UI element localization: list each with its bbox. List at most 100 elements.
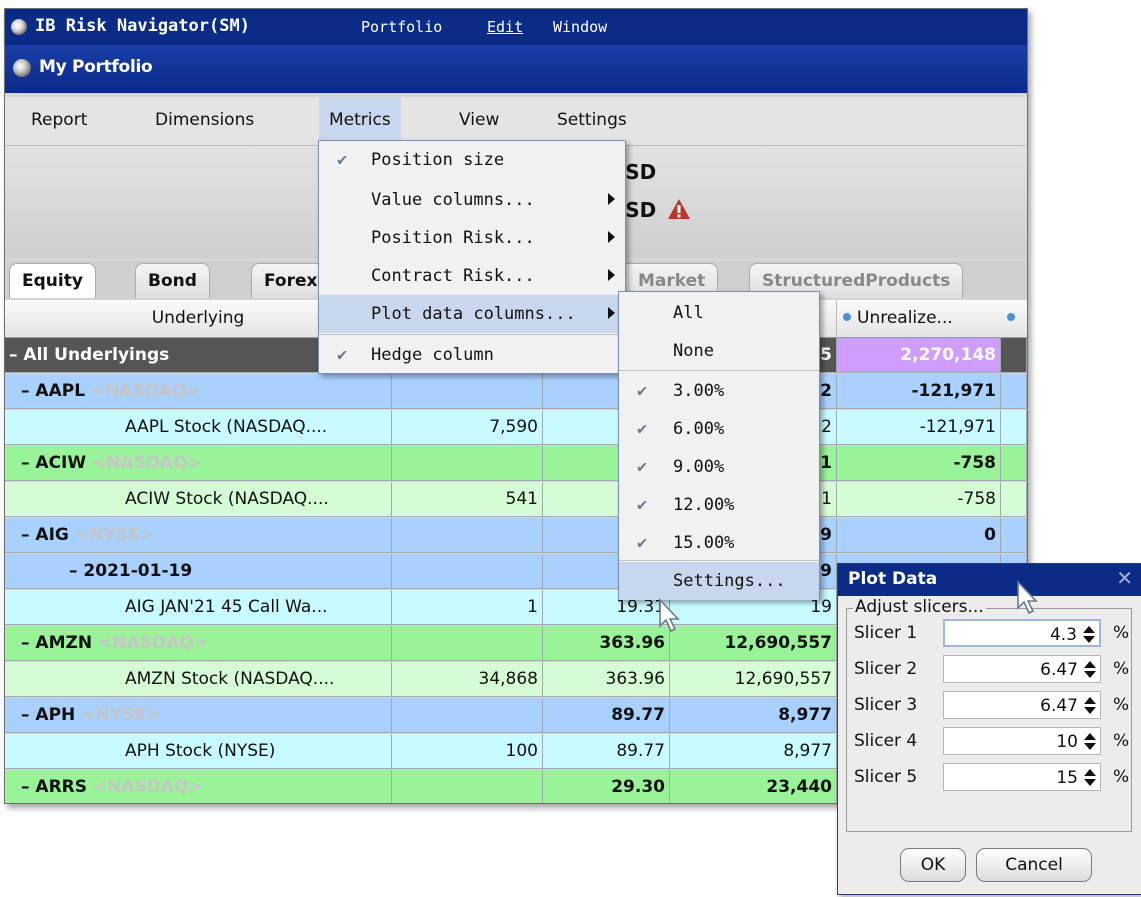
menu-edit[interactable]: Edit [487,18,523,36]
table-row[interactable]: ACIW Stock (NASDAQ....54161-758 [5,482,1027,518]
menu-report[interactable]: Report [21,97,97,143]
underlying-cell: AAPL Stock (NASDAQ.... [5,410,392,445]
tab-equity[interactable]: Equity [9,263,96,298]
menu-item-position-risk[interactable]: Position Risk... [319,219,625,257]
percent-unit: % [1113,767,1130,787]
collapse-icon[interactable]: – [21,705,35,725]
submenu-arrow-icon [608,231,615,243]
menu-item-contract-risk[interactable]: Contract Risk... [319,257,625,295]
slicer-5-input[interactable]: 15 [943,763,1101,791]
menu-window[interactable]: Window [553,18,607,36]
collapse-icon[interactable]: – [69,561,83,581]
group-row[interactable]: – AAPL <NASDAQ>532-121,971 [5,374,1027,410]
cancel-button[interactable]: Cancel [976,848,1092,882]
overflow-cell [1001,374,1027,409]
price-cell: 89.77 [543,734,670,769]
menu-item-plot-data-columns[interactable]: Plot data columns... [319,295,625,333]
overflow-cell [1001,482,1027,517]
ok-button[interactable]: OK [900,848,966,882]
menu-item-position-size[interactable]: ✔ Position size [319,141,625,179]
menu-view[interactable]: View [449,97,509,143]
submenu-arrow-icon [608,307,615,319]
app-logo-icon [11,19,27,35]
slicers-group-label: Adjust slicers... [853,597,986,617]
slicer-1-label: Slicer 1 [854,623,918,643]
menu-separator [319,334,625,335]
portfolio-title: My Portfolio [39,57,153,77]
checkmark-icon: ✔ [337,345,348,365]
menu-item-hedge-column[interactable]: ✔ Hedge column [319,336,625,374]
checkmark-icon: ✔ [637,495,648,515]
overflow-cell [1001,518,1027,553]
qty-cell [392,518,543,553]
menu-separator [619,560,819,561]
qty-cell [392,374,543,409]
menu-dimensions[interactable]: Dimensions [145,97,264,143]
slicer-2-input[interactable]: 6.47 [943,655,1101,683]
slicer-1-input[interactable]: 4.3 [943,619,1101,647]
slicer-5-label: Slicer 5 [854,767,918,787]
value-cell: 8,977 [670,698,837,733]
menu-metrics[interactable]: Metrics [319,97,401,143]
pnl-cell: -121,971 [837,374,1001,409]
submenu-item-3pct[interactable]: ✔ 3.00% [619,372,819,410]
value-cell: 12,690,557 [670,626,837,661]
group-row[interactable]: – ACIW <NASDAQ>61-758 [5,446,1027,482]
qty-cell: 1 [392,590,543,625]
slicer-4-input[interactable]: 10 [943,727,1101,755]
group-row[interactable]: – AIG <NYSE>590 [5,518,1027,554]
table-row[interactable]: AAPL Stock (NASDAQ....7,590532-121,971 [5,410,1027,446]
price-cell: 89.77 [543,698,670,733]
collapse-icon[interactable]: – [21,381,35,401]
submenu-item-settings[interactable]: Settings... [619,562,819,600]
slicers-group: Adjust slicers... Slicer 1 4.3% Slicer 2 6.… [846,597,1132,832]
underlying-cell: – AMZN <NASDAQ> [5,626,392,661]
checkmark-icon: ✔ [637,457,648,477]
mouse-pointer-icon [1017,580,1038,615]
submenu-item-12pct[interactable]: ✔ 12.00% [619,486,819,524]
submenu-item-all[interactable]: All [619,294,819,332]
slicer-3-input[interactable]: 6.47 [943,691,1101,719]
percent-unit: % [1113,731,1130,751]
submenu-item-6pct[interactable]: ✔ 6.00% [619,410,819,448]
value-cell: 23,440 [670,770,837,803]
value-cell: 12,690,557 [670,662,837,697]
menu-portfolio[interactable]: Portfolio [361,18,442,36]
collapse-icon[interactable]: – [21,633,35,653]
overflow-cell [1001,410,1027,445]
underlying-cell: – AIG <NYSE> [5,518,392,553]
column-indicator-icon [1007,313,1015,321]
close-icon[interactable]: ✕ [1116,566,1133,590]
collapse-icon[interactable]: – [21,525,35,545]
dialog-title: Plot Data [848,569,938,589]
qty-cell [392,626,543,661]
checkmark-icon: ✔ [637,381,648,401]
qty-cell: 34,868 [392,662,543,697]
menubar: Report Dimensions Metrics View Settings [5,97,1027,146]
submenu-item-15pct[interactable]: ✔ 15.00% [619,524,819,562]
checkmark-icon: ✔ [637,419,648,439]
overflow-cell [1001,338,1027,373]
menu-settings[interactable]: Settings [547,97,637,143]
underlying-cell: – ARRS <NASDAQ> [5,770,392,803]
percent-unit: % [1113,623,1130,643]
metrics-menu: ✔ Position size Value columns... Position… [318,140,626,374]
qty-cell: 541 [392,482,543,517]
collapse-icon[interactable]: – [21,777,35,797]
underlying-cell: – AAPL <NASDAQ> [5,374,392,409]
overflow-cell [1001,446,1027,481]
collapse-icon[interactable]: – [9,345,23,365]
menu-item-value-columns[interactable]: Value columns... [319,181,625,219]
price-cell: 363.96 [543,662,670,697]
underlying-cell: AIG JAN'21 45 Call Wa... [5,590,392,625]
submenu-item-none[interactable]: None [619,332,819,370]
col-unrealized[interactable]: Unrealize... [837,300,1008,338]
collapse-icon[interactable]: – [21,453,35,473]
qty-cell [392,446,543,481]
tab-bond[interactable]: Bond [135,263,210,298]
submenu-arrow-icon [608,193,615,205]
submenu-item-9pct[interactable]: ✔ 9.00% [619,448,819,486]
slicer-3-label: Slicer 3 [854,695,918,715]
col-more[interactable] [1001,300,1027,338]
pnl-cell: 0 [837,518,1001,553]
